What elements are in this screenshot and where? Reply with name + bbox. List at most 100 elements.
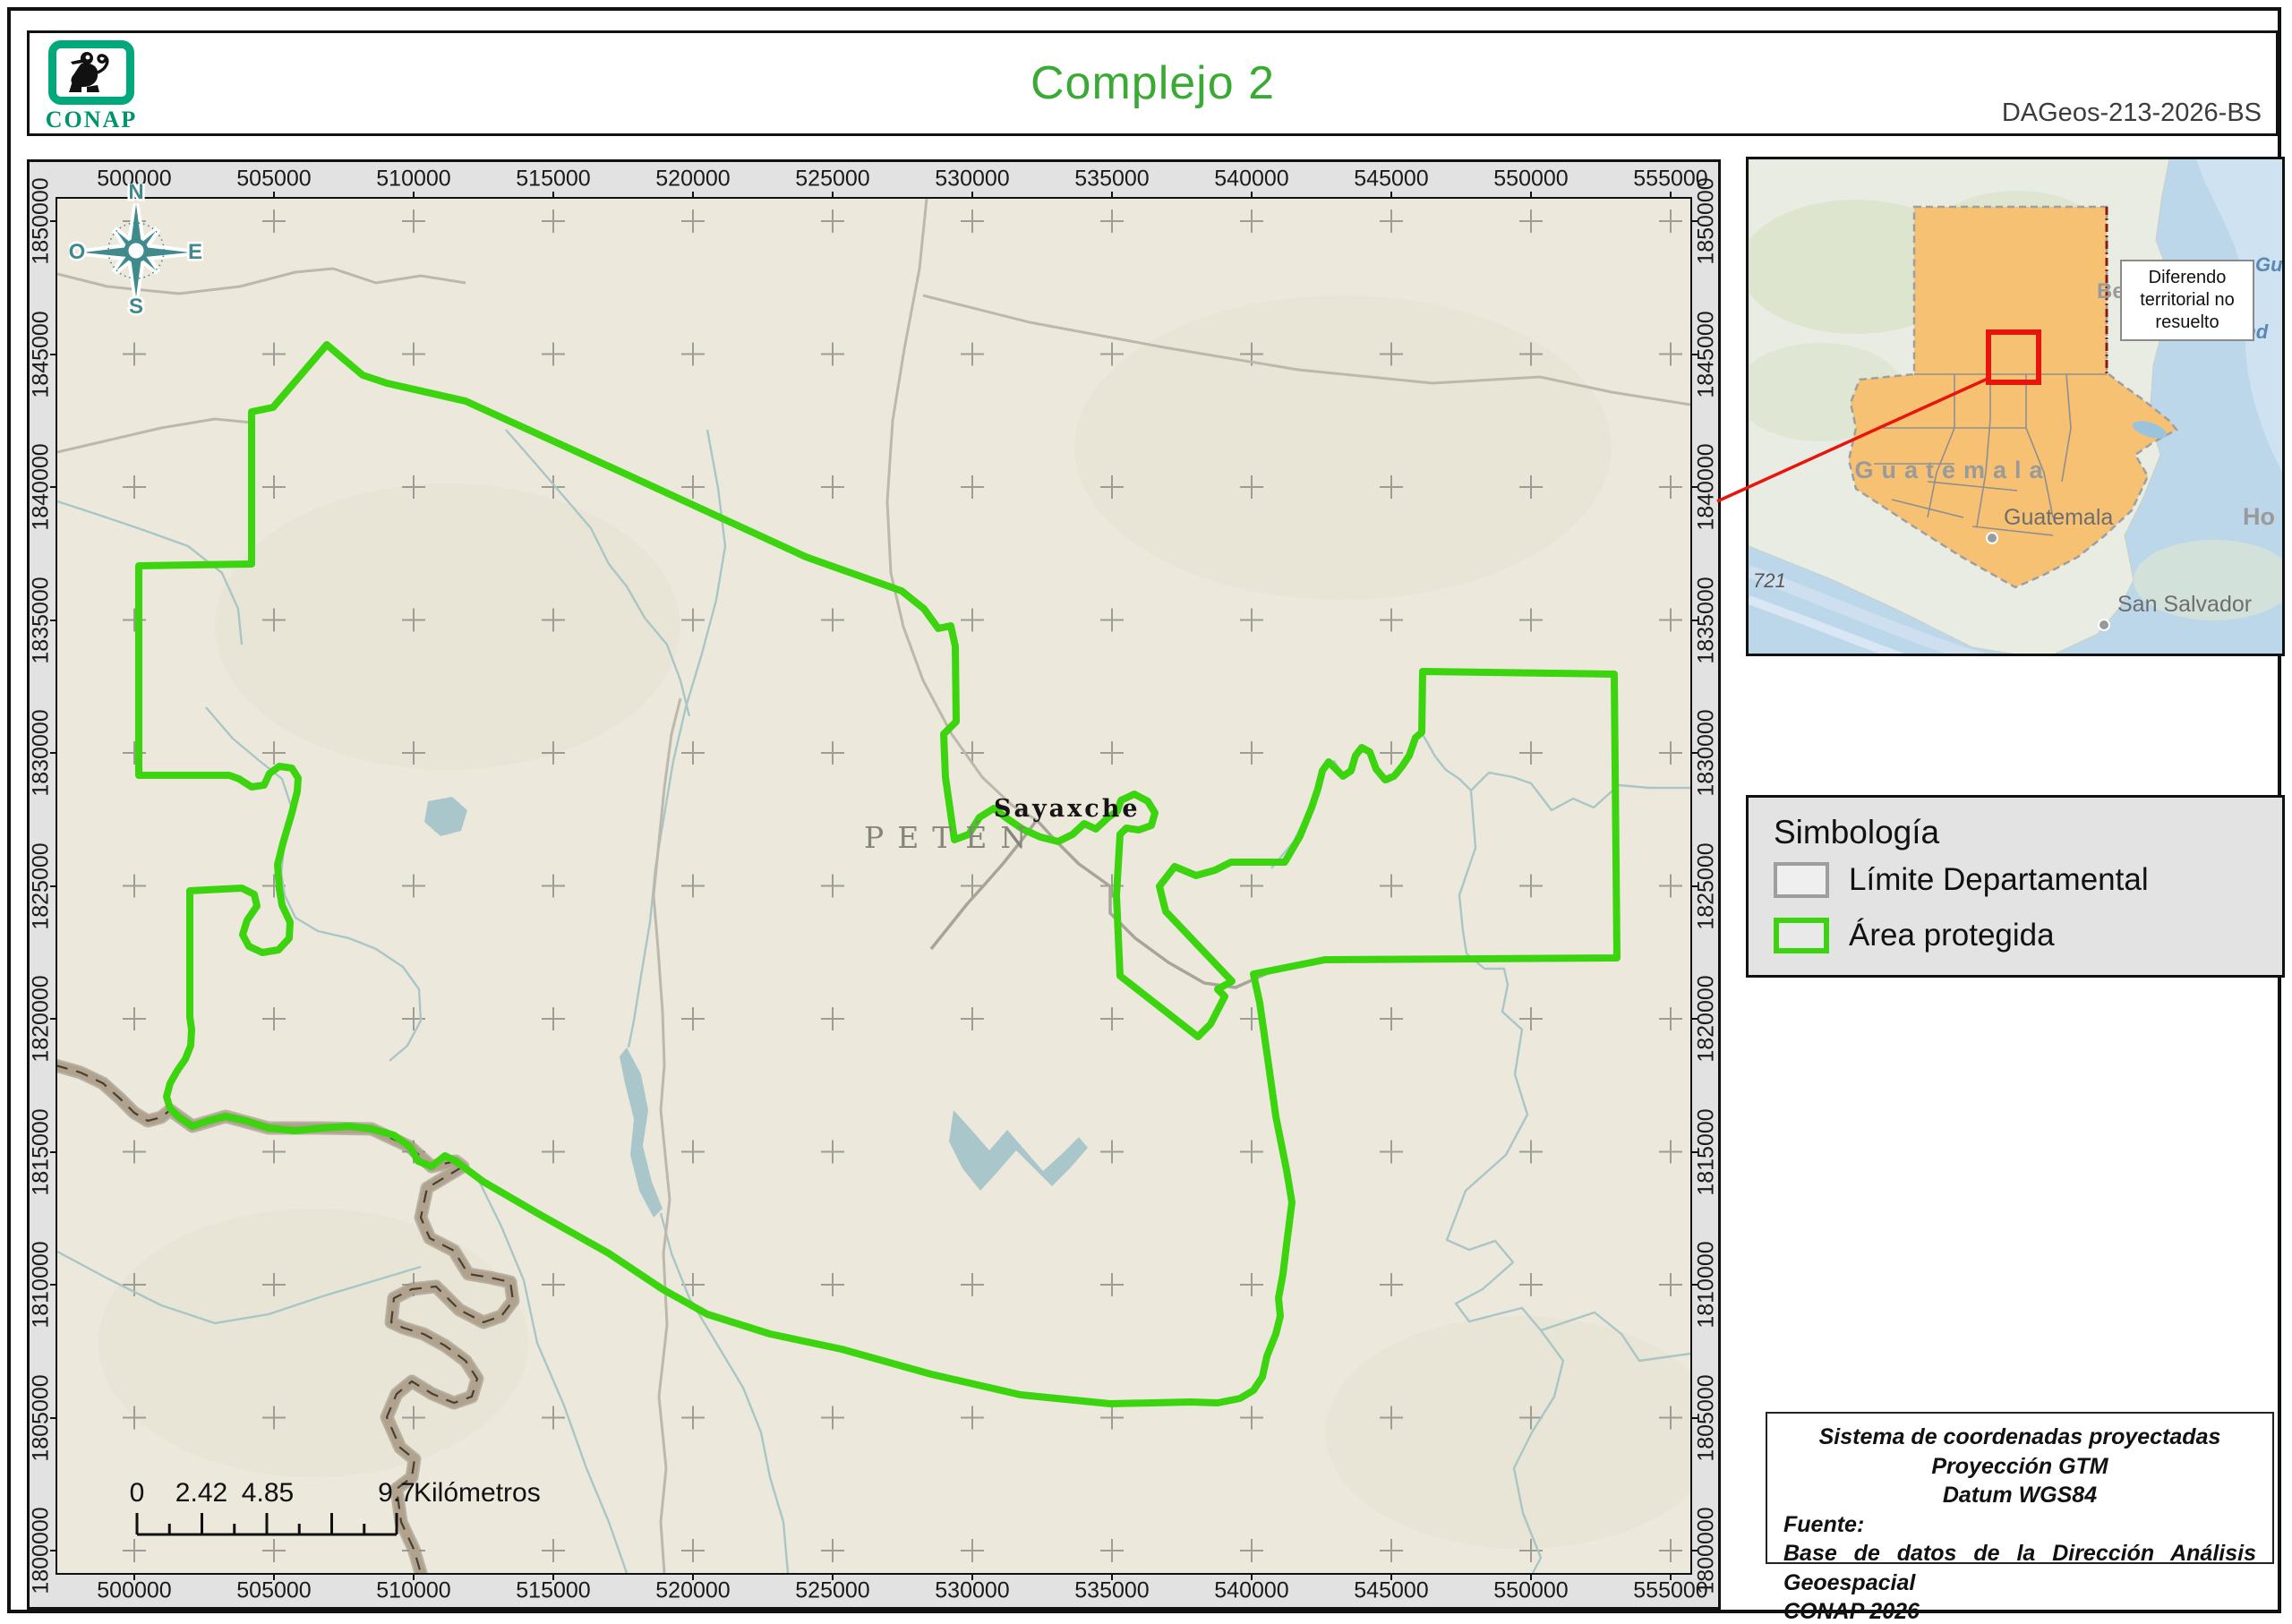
town-label: Sayaxche — [994, 795, 1141, 823]
axis-tick — [50, 1150, 57, 1153]
axis-tick — [50, 1550, 57, 1551]
axis-tick-label: 550000 — [1493, 166, 1569, 192]
axis-tick — [413, 192, 415, 199]
compass-south-label: S — [129, 295, 143, 318]
axis-tick-label: 510000 — [376, 166, 451, 192]
axis-tick — [1690, 619, 1698, 621]
inset-map: Guatemala Be Guatemala San Salvador Ho G… — [1746, 157, 2285, 656]
credits-line: Datum WGS84 — [1942, 1483, 2098, 1508]
credits-line: Proyección GTM — [1931, 1453, 2108, 1479]
axis-tick — [692, 192, 694, 199]
axis-tick-label: 500000 — [97, 1577, 172, 1603]
inset-water-label-1: Gu — [2255, 253, 2283, 276]
axis-tick-label: 530000 — [935, 1577, 1010, 1603]
axis-tick-label: 520000 — [655, 166, 731, 192]
page-title: Complejo 2 — [1030, 57, 1276, 109]
axis-tick — [832, 192, 834, 199]
axis-tick — [50, 752, 57, 754]
axis-tick — [1390, 1573, 1392, 1580]
axis-tick — [971, 192, 973, 199]
inset-city-label: San Salvador — [2117, 592, 2252, 617]
axis-tick — [50, 619, 57, 621]
axis-tick — [1530, 1573, 1532, 1580]
compass-north-label: N — [128, 184, 143, 204]
inset-honduras-label: Ho — [2243, 503, 2275, 530]
axis-tick — [692, 1573, 694, 1580]
axis-tick — [552, 192, 554, 199]
axis-tick — [1111, 1573, 1113, 1580]
legend-item-area-protegida: Área protegida — [1774, 918, 2055, 953]
axis-tick — [50, 1284, 57, 1286]
inset-elevation-label: 721 — [1753, 569, 1786, 592]
axis-tick — [832, 1573, 834, 1580]
header: CONAP Complejo 2 DAGeos-213-2026-BS — [27, 30, 2279, 136]
axis-tick — [1690, 1416, 1698, 1419]
department-label: PETÉN — [864, 820, 1040, 855]
legend: Simbología Límite Departamental Área pro… — [1746, 795, 2285, 978]
axis-tick-label: 525000 — [795, 166, 870, 192]
map-canvas — [56, 197, 1692, 1575]
axis-tick — [1690, 885, 1698, 887]
axis-tick — [1111, 192, 1113, 199]
axis-tick — [1251, 192, 1253, 199]
credits-box: Sistema de coordenadas proyectadas Proye… — [1766, 1412, 2274, 1624]
axis-tick — [1530, 192, 1532, 199]
credits-source-line: Base de datos de la Dirección Análisis G… — [1783, 1541, 2256, 1595]
legend-item-label: Límite Departamental — [1849, 862, 2149, 897]
legend-item-limite: Límite Departamental — [1774, 862, 2149, 898]
axis-tick — [552, 1573, 554, 1580]
axis-tick-label: 535000 — [1074, 1577, 1150, 1603]
axis-tick — [50, 885, 57, 887]
axis-tick — [1690, 220, 1698, 222]
axis-tick — [50, 1416, 57, 1419]
axis-tick — [133, 1573, 135, 1580]
axis-tick-label: 540000 — [1214, 166, 1289, 192]
axis-tick — [50, 486, 57, 488]
compass-east-label: E — [188, 240, 202, 264]
document-code: DAGeos-213-2026-BS — [2001, 98, 2262, 127]
legend-item-label: Área protegida — [1849, 918, 2055, 953]
axis-tick — [413, 1573, 415, 1580]
credits-fuente-label: Fuente: — [1783, 1511, 1865, 1537]
axis-tick-label: 505000 — [236, 1577, 312, 1603]
axis-tick-label: 545000 — [1354, 1577, 1429, 1603]
axis-tick — [50, 220, 57, 222]
limite-swatch-icon — [1774, 862, 1829, 898]
area-protegida-swatch-icon — [1774, 918, 1829, 953]
axis-tick-label: 550000 — [1493, 1577, 1569, 1603]
axis-tick-label: 535000 — [1074, 166, 1150, 192]
axis-tick — [1670, 192, 1672, 199]
axis-tick — [1690, 353, 1698, 355]
axis-tick — [273, 1573, 275, 1580]
axis-tick — [1670, 1573, 1672, 1580]
inset-map-graphic: Guatemala Be Guatemala San Salvador Ho G… — [1749, 159, 2283, 654]
main-map — [57, 199, 1690, 1573]
axis-tick — [1690, 752, 1698, 754]
credits-source-line: CONAP 2026 — [1783, 1599, 1920, 1624]
axis-tick-label: 520000 — [655, 1577, 731, 1603]
axis-tick — [971, 1573, 973, 1580]
axis-tick-label: 545000 — [1354, 166, 1429, 192]
inset-capital-label: Guatemala — [2004, 505, 2113, 530]
credits-line: Sistema de coordenadas proyectadas — [1818, 1424, 2221, 1449]
axis-tick — [1690, 1284, 1698, 1286]
axis-tick — [1690, 1550, 1698, 1551]
territorial-note: Diferendo territorial no resuelto — [2120, 260, 2254, 341]
legend-title: Simbología — [1774, 814, 1940, 850]
axis-tick — [273, 192, 275, 199]
axis-tick-label: 530000 — [935, 166, 1010, 192]
map-document-page: CONAP Complejo 2 DAGeos-213-2026-BS 5000… — [0, 0, 2292, 1624]
axis-tick — [1690, 486, 1698, 488]
axis-tick-label: 515000 — [516, 166, 591, 192]
axis-tick-label: 515000 — [516, 1577, 591, 1603]
axis-tick — [50, 1018, 57, 1020]
axis-tick — [50, 353, 57, 355]
axis-tick-label: 510000 — [376, 1577, 451, 1603]
axis-tick — [1390, 192, 1392, 199]
axis-tick-label: 525000 — [795, 1577, 870, 1603]
axis-tick-label: 540000 — [1214, 1577, 1289, 1603]
axis-tick — [1690, 1150, 1698, 1153]
axis-tick — [1690, 1018, 1698, 1020]
inset-country-label: Guatemala — [1854, 457, 2050, 483]
axis-tick-label: 505000 — [236, 166, 312, 192]
